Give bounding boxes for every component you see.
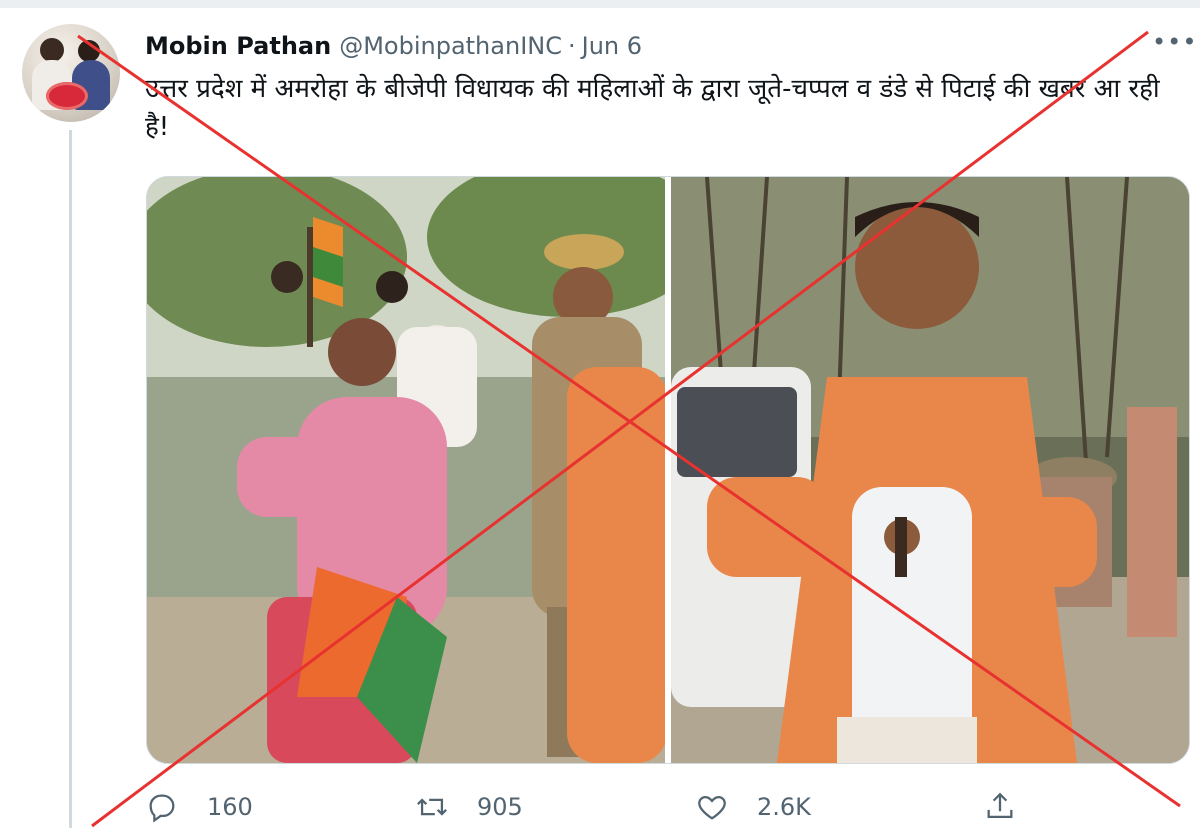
separator-dot: · — [567, 32, 576, 60]
retweet-icon — [417, 798, 447, 816]
share-button[interactable] — [983, 786, 1045, 828]
author-handle[interactable]: @MobinpathanINC — [339, 32, 562, 60]
retweet-count: 905 — [477, 793, 523, 821]
share-icon — [987, 792, 1013, 819]
photo-right[interactable] — [671, 177, 1189, 763]
tweet-date[interactable]: Jun 6 — [582, 32, 642, 60]
more-options-icon[interactable]: ••• — [1152, 30, 1196, 58]
top-divider — [0, 0, 1200, 8]
avatar-person-head — [40, 38, 64, 62]
thread-line — [69, 130, 72, 828]
avatar-bouquet — [46, 82, 88, 110]
tweet-media[interactable] — [146, 176, 1190, 764]
heart-icon — [698, 795, 726, 820]
photo-left[interactable] — [147, 177, 707, 763]
tweet-actions: 160 905 2.6K — [145, 786, 1195, 828]
tweet-header: Mobin Pathan @MobinpathanINC · Jun 6 — [145, 30, 642, 62]
reply-button[interactable]: 160 — [145, 786, 253, 828]
tweet-text: उत्तर प्रदेश में अमरोहा के बीजेपी विधायक… — [145, 74, 1160, 142]
reply-icon — [149, 794, 175, 823]
reply-count: 160 — [207, 793, 253, 821]
avatar-person-head — [78, 40, 100, 62]
author-name[interactable]: Mobin Pathan — [145, 32, 331, 60]
avatar[interactable] — [22, 24, 120, 122]
media-photos — [147, 177, 1189, 763]
retweet-button[interactable]: 905 — [415, 786, 523, 828]
like-count: 2.6K — [757, 793, 811, 821]
like-button[interactable]: 2.6K — [695, 786, 811, 828]
